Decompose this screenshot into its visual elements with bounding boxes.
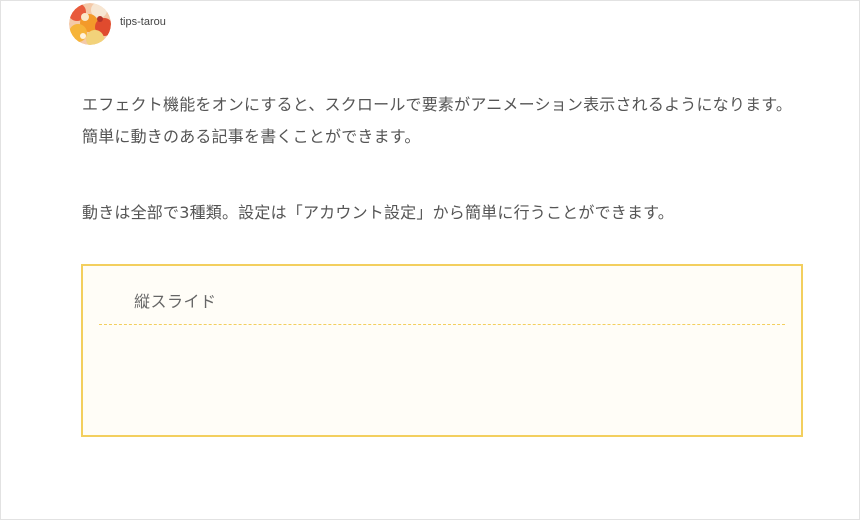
article-paragraph: 動きは全部で3種類。設定は「アカウント設定」から簡単に行うことができます。 bbox=[82, 203, 674, 222]
box-title: 縦スライド bbox=[134, 292, 217, 311]
author-name[interactable]: tips-tarou bbox=[120, 16, 166, 28]
article-paragraph: エフェクト機能をオンにすると、スクロールで要素がアニメーション表示されるようにな… bbox=[82, 95, 793, 146]
page-frame: tips-tarou エフェクト機能をオンにすると、スクロールで要素がアニメーシ… bbox=[0, 0, 860, 520]
avatar[interactable] bbox=[69, 3, 111, 45]
effect-demo-box: 縦スライド bbox=[81, 264, 803, 437]
user-avatar-icon bbox=[69, 3, 111, 45]
box-divider bbox=[99, 324, 785, 325]
author-header: tips-tarou bbox=[69, 3, 166, 45]
